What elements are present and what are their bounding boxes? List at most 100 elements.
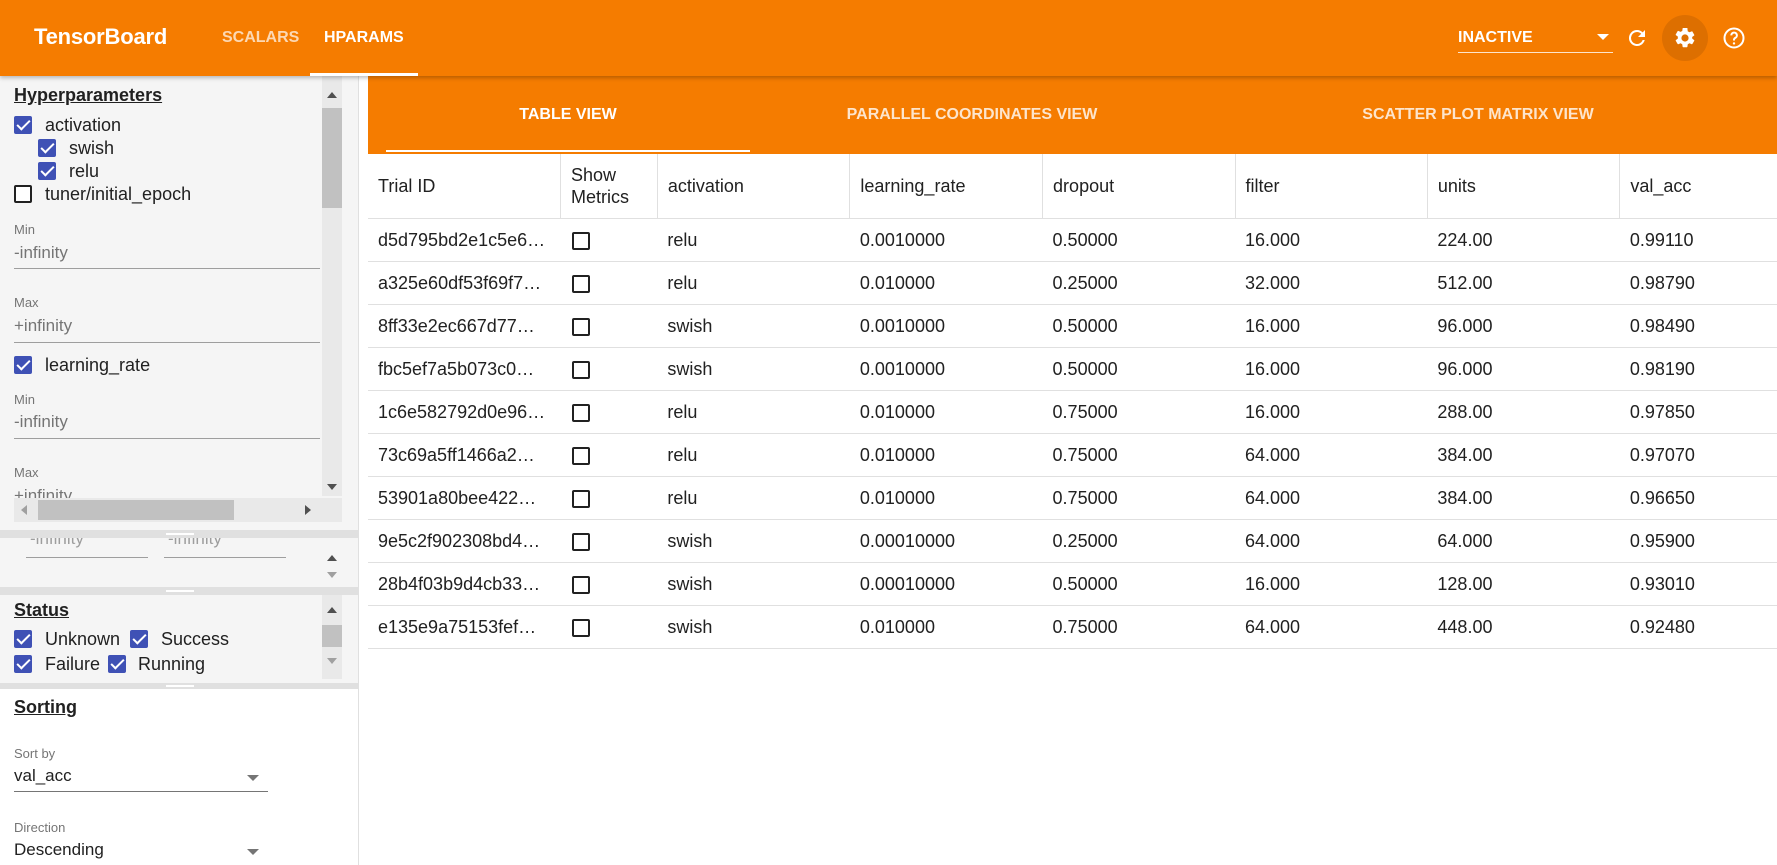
column-header-units[interactable]: units	[1427, 154, 1621, 219]
cell-show-metrics	[560, 347, 658, 391]
cell-activation: relu	[657, 261, 850, 305]
tab-scalars[interactable]: SCALARS	[222, 0, 299, 76]
vscroll-thumb[interactable]	[322, 108, 342, 208]
show-metrics-checkbox[interactable]	[572, 618, 591, 637]
cell-show-metrics	[560, 218, 658, 262]
table-row[interactable]: 1c6e582792d0e96… relu 0.010000 0.75000 16.00…	[368, 390, 1777, 434]
metric-min-input[interactable]: -infinity	[30, 538, 84, 549]
scroll-down-arrow-icon[interactable]	[327, 658, 337, 664]
show-metrics-checkbox[interactable]	[572, 274, 591, 293]
active-view-indicator	[386, 150, 750, 152]
direction-select[interactable]: Descending	[14, 837, 268, 865]
table-row[interactable]: fbc5ef7a5b073c0… swish 0.0010000 0.50000 16.…	[368, 347, 1777, 391]
activation-checkbox[interactable]	[14, 116, 32, 134]
cell-units: 512.00	[1427, 261, 1620, 305]
table-row[interactable]: e135e9a75153fef… swish 0.010000 0.75000 64.0…	[368, 605, 1777, 649]
cell-filter: 64.000	[1235, 605, 1428, 649]
lr-min-input[interactable]: -infinity	[14, 412, 320, 432]
column-header-learning-rate[interactable]: learning_rate	[849, 154, 1044, 219]
show-metrics-checkbox[interactable]	[572, 446, 591, 465]
sort-by-select[interactable]: val_acc	[14, 763, 268, 791]
show-metrics-checkbox[interactable]	[572, 575, 591, 594]
cell-trial-id: a325e60df53f69f7…	[368, 261, 561, 305]
scroll-up-arrow-icon[interactable]	[327, 607, 337, 613]
run-state-select[interactable]: INACTIVE	[1458, 24, 1613, 53]
tab-scatter-plot-matrix-view[interactable]: SCATTER PLOT MATRIX VIEW	[1248, 76, 1708, 154]
learning-rate-label: learning_rate	[45, 355, 151, 375]
column-header-val-acc[interactable]: val_acc	[1619, 154, 1777, 219]
column-header-dropout[interactable]: dropout	[1042, 154, 1236, 219]
learning-rate-checkbox[interactable]	[14, 356, 32, 374]
column-header-trial-id[interactable]: Trial ID	[368, 154, 561, 219]
table-row[interactable]: 53901a80bee422… relu 0.010000 0.75000 64.000…	[368, 476, 1777, 520]
status-running-checkbox[interactable]	[108, 655, 126, 673]
vscroll-thumb[interactable]	[322, 625, 342, 647]
refresh-icon	[1628, 29, 1645, 46]
scroll-up-arrow-icon[interactable]	[327, 92, 337, 98]
scroll-left-arrow-icon[interactable]	[21, 505, 27, 515]
scroll-down-arrow-icon[interactable]	[327, 484, 337, 490]
status-failure-checkbox[interactable]	[14, 655, 32, 673]
status-vscrollbar[interactable]	[322, 595, 342, 679]
hscroll-thumb[interactable]	[38, 500, 234, 520]
tuner-initial-epoch-checkbox[interactable]	[14, 185, 32, 203]
cell-val-acc: 0.93010	[1619, 562, 1777, 606]
relu-checkbox[interactable]	[38, 162, 56, 180]
epoch-min-input[interactable]: -infinity	[14, 243, 320, 263]
cell-val-acc: 0.97070	[1619, 433, 1777, 477]
cell-filter: 64.000	[1235, 476, 1428, 520]
metric-max-input[interactable]: -infinity	[168, 538, 222, 549]
hyperparameters-vscrollbar[interactable]	[322, 76, 342, 496]
cell-learning-rate: 0.010000	[849, 261, 1043, 305]
status-success-checkbox[interactable]	[130, 630, 148, 648]
cell-show-metrics	[560, 304, 658, 348]
help-button[interactable]	[1716, 20, 1752, 56]
epoch-max-input[interactable]: +infinity	[14, 316, 320, 336]
hyperparameters-hscrollbar[interactable]	[14, 498, 342, 522]
cell-units: 64.000	[1427, 519, 1620, 563]
cell-activation: swish	[657, 304, 850, 348]
scroll-right-arrow-icon[interactable]	[305, 505, 311, 515]
panel-resize-handle[interactable]	[0, 587, 358, 595]
column-header-activation[interactable]: activation	[657, 154, 851, 219]
table-row[interactable]: 9e5c2f902308bd4… swish 0.00010000 0.25000 64…	[368, 519, 1777, 563]
column-header-show-metrics[interactable]: Show Metrics	[560, 154, 658, 219]
column-header-filter[interactable]: filter	[1235, 154, 1428, 219]
reload-button[interactable]	[1619, 20, 1655, 56]
scroll-down-arrow-icon[interactable]	[327, 572, 337, 578]
show-metrics-checkbox[interactable]	[572, 231, 591, 250]
table-row[interactable]: 8ff33e2ec667d77… swish 0.0010000 0.50000 16.…	[368, 304, 1777, 348]
tab-hparams[interactable]: HPARAMS	[324, 0, 404, 76]
table-row[interactable]: d5d795bd2e1c5e6… relu 0.0010000 0.50000 16.0…	[368, 218, 1777, 262]
cell-dropout: 0.50000	[1042, 218, 1235, 262]
settings-button[interactable]	[1667, 20, 1703, 56]
show-metrics-checkbox[interactable]	[572, 317, 591, 336]
table-row[interactable]: 28b4f03b9d4cb33… swish 0.00010000 0.50000 16…	[368, 562, 1777, 606]
cell-show-metrics	[560, 433, 658, 477]
epoch-max-underline	[14, 342, 320, 343]
show-metrics-checkbox[interactable]	[572, 403, 591, 422]
scroll-up-arrow-icon[interactable]	[327, 555, 337, 561]
cell-show-metrics	[560, 476, 658, 520]
lr-max-input[interactable]: +infinity	[14, 486, 320, 498]
panel-resize-handle[interactable]	[0, 530, 358, 538]
cell-filter: 64.000	[1235, 433, 1428, 477]
grip	[166, 533, 194, 535]
tab-table-view[interactable]: TABLE VIEW	[386, 76, 750, 154]
hyperparameters-panel: Hyperparameters activation swish relu tu…	[0, 76, 358, 524]
table-row[interactable]: a325e60df53f69f7… relu 0.010000 0.25000 32.0…	[368, 261, 1777, 305]
cell-activation: relu	[657, 390, 850, 434]
cell-activation: swish	[657, 519, 850, 563]
relu-label: relu	[69, 161, 100, 181]
swish-checkbox[interactable]	[38, 139, 56, 157]
cell-activation: relu	[657, 433, 850, 477]
cell-dropout: 0.25000	[1042, 261, 1235, 305]
cell-trial-id: fbc5ef7a5b073c0…	[368, 347, 561, 391]
tab-parallel-coordinates-view[interactable]: PARALLEL COORDINATES VIEW	[760, 76, 1184, 154]
show-metrics-checkbox[interactable]	[572, 532, 591, 551]
status-unknown-checkbox[interactable]	[14, 630, 32, 648]
show-metrics-checkbox[interactable]	[572, 360, 591, 379]
cell-show-metrics	[560, 390, 658, 434]
table-row[interactable]: 73c69a5ff1466a2… relu 0.010000 0.75000 64.00…	[368, 433, 1777, 477]
show-metrics-checkbox[interactable]	[572, 489, 591, 508]
